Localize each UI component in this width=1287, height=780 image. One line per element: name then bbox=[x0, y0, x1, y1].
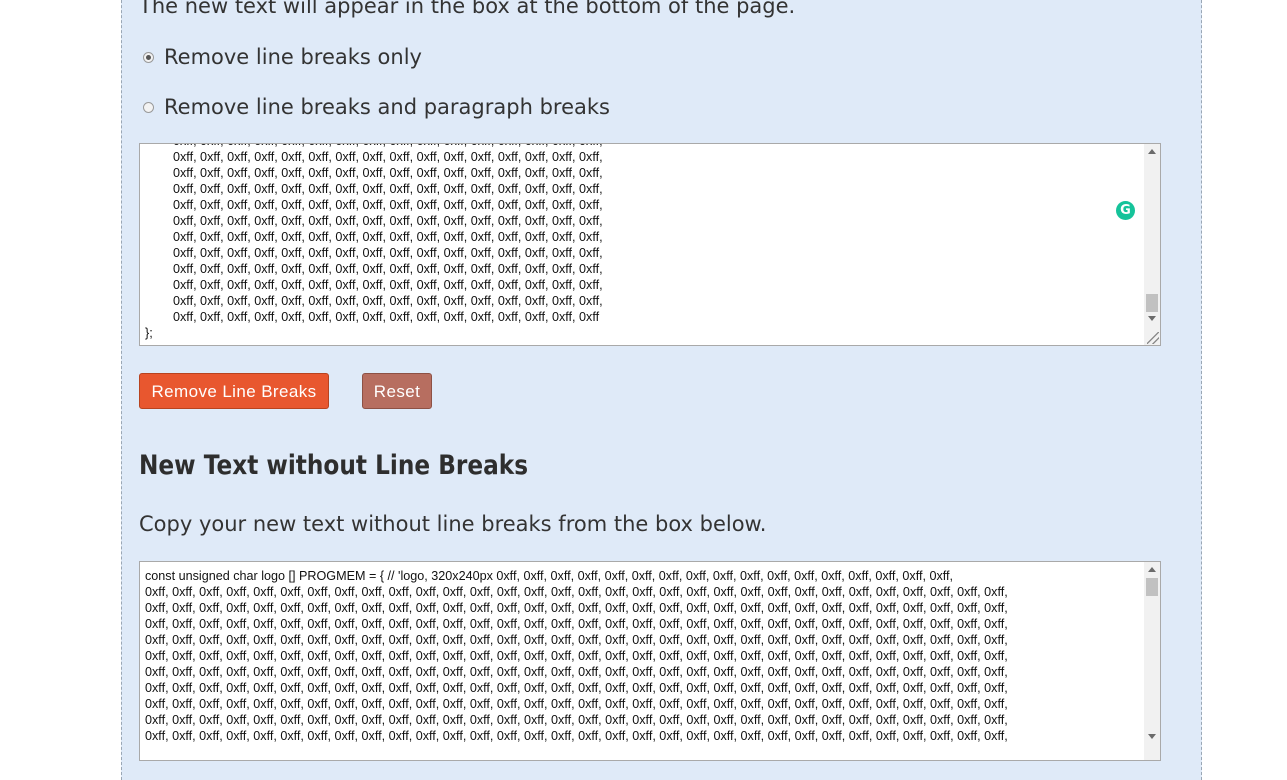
text-line: 0xff, 0xff, 0xff, 0xff, 0xff, 0xff, 0xff… bbox=[145, 262, 603, 276]
output-heading: New Text without Line Breaks bbox=[139, 450, 529, 481]
input-textarea[interactable]: 0xff, 0xff, 0xff, 0xff, 0xff, 0xff, 0xff… bbox=[139, 143, 1161, 346]
text-line: 0xff, 0xff, 0xff, 0xff, 0xff, 0xff, 0xff… bbox=[145, 697, 1008, 711]
text-line: 0xff, 0xff, 0xff, 0xff, 0xff, 0xff, 0xff… bbox=[145, 633, 1008, 647]
resize-handle-icon[interactable] bbox=[1147, 332, 1159, 344]
grammarly-icon[interactable]: G bbox=[1116, 201, 1135, 220]
text-line: 0xff, 0xff, 0xff, 0xff, 0xff, 0xff, 0xff… bbox=[145, 166, 603, 180]
instruction-text: The new text will appear in the box at t… bbox=[139, 0, 796, 18]
text-line: 0xff, 0xff, 0xff, 0xff, 0xff, 0xff, 0xff… bbox=[145, 246, 603, 260]
text-line: 0xff, 0xff, 0xff, 0xff, 0xff, 0xff, 0xff… bbox=[145, 198, 603, 212]
option-label: Remove line breaks and paragraph breaks bbox=[164, 95, 610, 119]
text-line: 0xff, 0xff, 0xff, 0xff, 0xff, 0xff, 0xff… bbox=[145, 617, 1008, 631]
scroll-up-arrow-icon[interactable] bbox=[1148, 567, 1156, 572]
text-line: 0xff, 0xff, 0xff, 0xff, 0xff, 0xff, 0xff… bbox=[145, 665, 1008, 679]
input-text: 0xff, 0xff, 0xff, 0xff, 0xff, 0xff, 0xff… bbox=[145, 144, 603, 341]
text-line: 0xff, 0xff, 0xff, 0xff, 0xff, 0xff, 0xff… bbox=[145, 182, 603, 196]
text-line: 0xff, 0xff, 0xff, 0xff, 0xff, 0xff, 0xff… bbox=[145, 310, 600, 324]
text-line: 0xff, 0xff, 0xff, 0xff, 0xff, 0xff, 0xff… bbox=[145, 294, 603, 308]
output-scrollbar[interactable] bbox=[1144, 562, 1160, 760]
text-line: 0xff, 0xff, 0xff, 0xff, 0xff, 0xff, 0xff… bbox=[145, 713, 1008, 727]
text-line: 0xff, 0xff, 0xff, 0xff, 0xff, 0xff, 0xff… bbox=[145, 585, 1008, 599]
text-line: 0xff, 0xff, 0xff, 0xff, 0xff, 0xff, 0xff… bbox=[145, 681, 1008, 695]
scrollbar-thumb[interactable] bbox=[1146, 578, 1158, 596]
option-label: Remove line breaks only bbox=[164, 45, 422, 69]
radio-button[interactable] bbox=[143, 101, 154, 113]
text-line: 0xff, 0xff, 0xff, 0xff, 0xff, 0xff, 0xff… bbox=[145, 278, 603, 292]
radio-button-checked[interactable] bbox=[143, 51, 154, 63]
scroll-down-arrow-icon[interactable] bbox=[1148, 316, 1156, 321]
output-instruction: Copy your new text without line breaks f… bbox=[139, 512, 767, 536]
text-line: 0xff, 0xff, 0xff, 0xff, 0xff, 0xff, 0xff… bbox=[145, 649, 1008, 663]
option-remove-line-and-paragraph-breaks[interactable]: Remove line breaks and paragraph breaks bbox=[143, 95, 610, 119]
input-scrollbar[interactable] bbox=[1144, 144, 1160, 345]
text-line: 0xff, 0xff, 0xff, 0xff, 0xff, 0xff, 0xff… bbox=[145, 150, 603, 164]
text-line: const unsigned char logo [] PROGMEM = { … bbox=[145, 569, 954, 583]
scroll-up-arrow-icon[interactable] bbox=[1148, 149, 1156, 154]
text-line: 0xff, 0xff, 0xff, 0xff, 0xff, 0xff, 0xff… bbox=[145, 230, 603, 244]
reset-button[interactable]: Reset bbox=[362, 373, 432, 409]
text-line: 0xff, 0xff, 0xff, 0xff, 0xff, 0xff, 0xff… bbox=[145, 601, 1008, 615]
text-line: }; bbox=[145, 326, 153, 340]
scrollbar-thumb[interactable] bbox=[1146, 294, 1158, 312]
output-textarea[interactable]: const unsigned char logo [] PROGMEM = { … bbox=[139, 561, 1161, 761]
output-text: const unsigned char logo [] PROGMEM = { … bbox=[145, 568, 1008, 744]
option-remove-line-breaks-only[interactable]: Remove line breaks only bbox=[143, 45, 422, 69]
text-line: 0xff, 0xff, 0xff, 0xff, 0xff, 0xff, 0xff… bbox=[145, 214, 603, 228]
scroll-down-arrow-icon[interactable] bbox=[1148, 734, 1156, 739]
remove-line-breaks-button[interactable]: Remove Line Breaks bbox=[139, 373, 329, 409]
